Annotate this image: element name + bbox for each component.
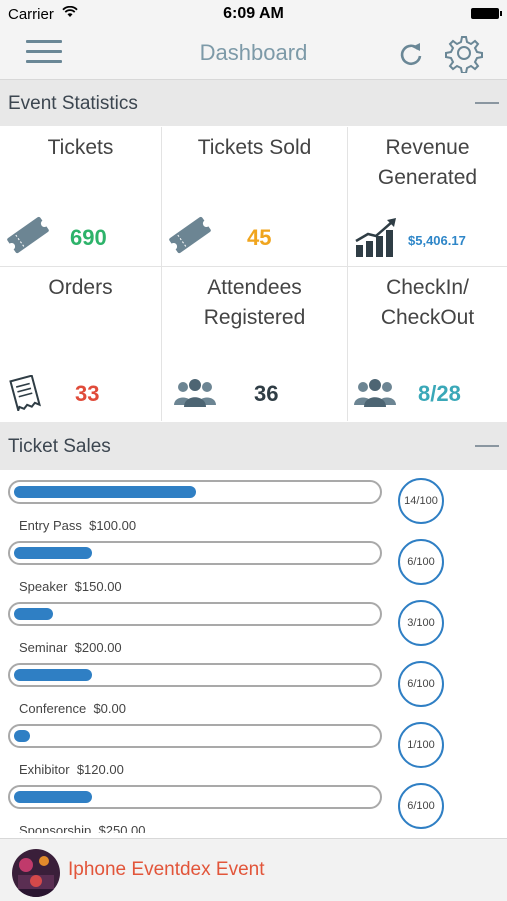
list-item[interactable]: Exhibitor $120.00 1/100 xyxy=(0,714,507,777)
progress-fill xyxy=(14,486,197,498)
progress-bar xyxy=(8,602,382,626)
sold-ticket-icon xyxy=(169,216,211,254)
ticket-sales-header[interactable]: Ticket Sales xyxy=(0,422,507,470)
sold-count-badge: 3/100 xyxy=(398,600,444,646)
ticket-sales-list[interactable]: Entry Pass $100.00 14/100 Speaker $150.0… xyxy=(0,470,507,833)
attendees-value: 36 xyxy=(254,381,279,406)
checkin-tile[interactable]: CheckIn/ CheckOut 8/28 xyxy=(348,267,507,421)
tile-title-line2: Generated xyxy=(377,166,478,189)
tile-title-line2: CheckOut xyxy=(380,306,475,329)
sold-count-badge: 6/100 xyxy=(398,661,444,707)
checkin-value: 8/28 xyxy=(418,381,461,406)
revenue-value: $5,406.17 xyxy=(408,233,466,248)
tile-title-line2: Registered xyxy=(203,306,306,329)
orders-value: 33 xyxy=(75,381,100,406)
tickets-value: 690 xyxy=(70,225,107,250)
progress-fill xyxy=(14,730,30,742)
sold-count-badge: 6/100 xyxy=(398,783,444,829)
tickets-sold-value: 45 xyxy=(247,225,272,250)
progress-fill xyxy=(14,608,54,620)
collapse-icon[interactable] xyxy=(475,445,499,447)
list-item[interactable]: Speaker $150.00 6/100 xyxy=(0,531,507,594)
tickets-tile[interactable]: Tickets 690 xyxy=(0,127,162,267)
progress-bar xyxy=(8,785,382,809)
sold-count-badge: 6/100 xyxy=(398,539,444,585)
tile-title-line1: Attendees xyxy=(207,276,302,299)
progress-bar xyxy=(8,663,382,687)
refresh-icon[interactable] xyxy=(396,38,426,68)
receipt-icon xyxy=(9,375,41,411)
people-group-icon xyxy=(174,379,216,407)
sold-count-badge: 14/100 xyxy=(398,478,444,524)
event-name[interactable]: Iphone Eventdex Event xyxy=(68,859,264,881)
ticket-icon xyxy=(7,216,49,254)
gear-icon[interactable] xyxy=(444,33,484,73)
tile-title-line1: CheckIn/ xyxy=(386,276,469,299)
checkin-people-icon xyxy=(354,379,396,407)
tickets-sold-tile[interactable]: Tickets Sold 45 xyxy=(162,127,348,267)
nav-bar: Dashboard xyxy=(0,28,507,80)
event-footer[interactable]: Iphone Eventdex Event xyxy=(0,838,507,901)
stats-grid: Tickets 690 Tickets Sold 45 Revenue Gene… xyxy=(0,127,507,421)
event-avatar[interactable] xyxy=(12,849,60,897)
ticket-caption: Sponsorship $250.00 xyxy=(19,823,146,833)
orders-tile[interactable]: Orders 33 xyxy=(0,267,162,421)
event-statistics-header[interactable]: Event Statistics xyxy=(0,80,507,126)
sold-count-badge: 1/100 xyxy=(398,722,444,768)
progress-fill xyxy=(14,669,93,681)
page-title: Dashboard xyxy=(199,40,308,65)
progress-fill xyxy=(14,791,93,803)
list-item[interactable]: Sponsorship $250.00 6/100 xyxy=(0,775,507,833)
list-item[interactable]: Entry Pass $100.00 14/100 xyxy=(0,470,507,533)
progress-bar xyxy=(8,724,382,748)
section-title: Event Statistics xyxy=(8,93,138,114)
list-item[interactable]: Seminar $200.00 3/100 xyxy=(0,592,507,655)
attendees-tile[interactable]: Attendees Registered 36 xyxy=(162,267,348,421)
clock: 6:09 AM xyxy=(223,5,284,22)
section-title: Ticket Sales xyxy=(8,436,111,457)
growth-chart-icon xyxy=(355,218,396,257)
tile-title-line1: Revenue xyxy=(385,136,470,159)
tile-title: Orders xyxy=(48,276,113,299)
revenue-tile[interactable]: Revenue Generated $5,406.17 xyxy=(348,127,507,267)
progress-bar xyxy=(8,480,382,504)
tile-title: Tickets Sold xyxy=(197,136,312,159)
list-item[interactable]: Conference $0.00 6/100 xyxy=(0,653,507,716)
progress-fill xyxy=(14,547,93,559)
tile-title: Tickets xyxy=(47,136,114,159)
battery-icon xyxy=(471,8,502,19)
collapse-icon[interactable] xyxy=(475,102,499,104)
progress-bar xyxy=(8,541,382,565)
status-bar: Carrier 6:09 AM xyxy=(0,0,507,28)
